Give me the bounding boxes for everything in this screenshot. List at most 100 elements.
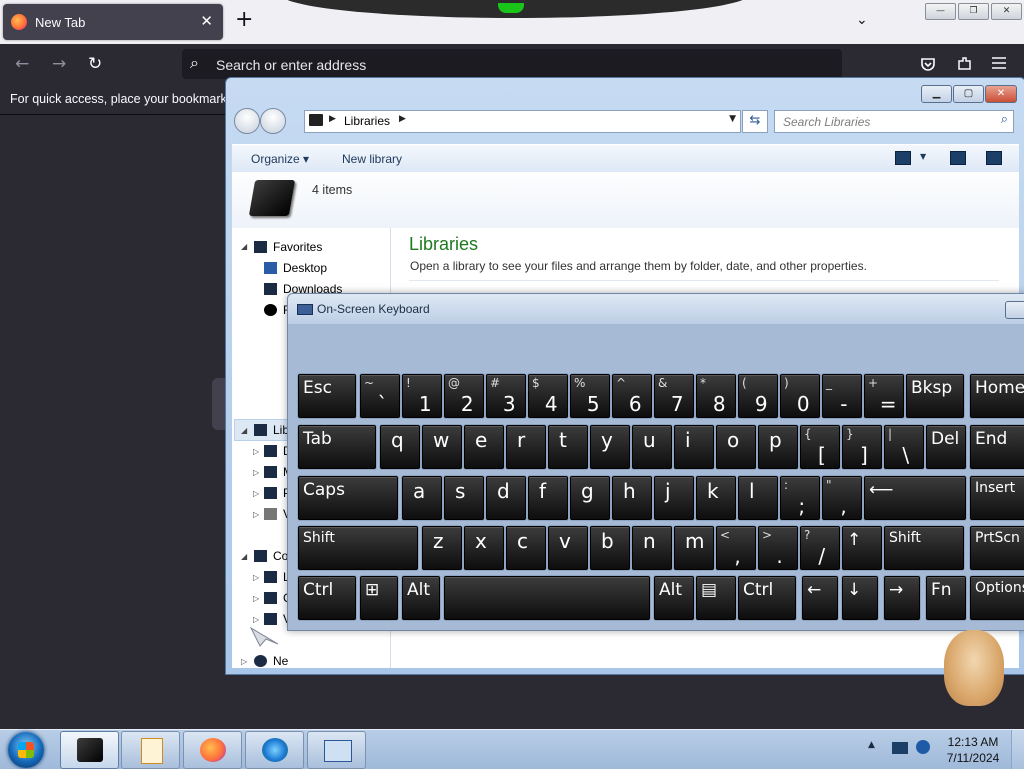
key-shift[interactable]: Shift bbox=[298, 526, 418, 570]
explorer-minimize-button[interactable]: ▁ bbox=[921, 85, 952, 103]
view-dropdown-icon[interactable]: ▼ bbox=[920, 152, 926, 161]
key-t[interactable]: t bbox=[548, 425, 588, 469]
key-9[interactable]: (9 bbox=[738, 374, 778, 418]
breadcrumb-arrow-icon[interactable]: ▶ bbox=[399, 114, 406, 124]
key-l[interactable]: l bbox=[738, 476, 778, 520]
key-sym-45[interactable]: _ - bbox=[822, 374, 862, 418]
key-home[interactable]: Home bbox=[970, 374, 1024, 418]
breadcrumb-arrow-icon[interactable]: ▶ bbox=[329, 114, 336, 124]
refresh-button[interactable]: ⇆ bbox=[742, 110, 768, 133]
key-menu[interactable]: ▤ bbox=[696, 576, 736, 620]
nav-network[interactable]: Ne bbox=[254, 654, 288, 668]
key-esc[interactable]: Esc bbox=[298, 374, 356, 418]
taskbar-libraries-explorer[interactable] bbox=[60, 731, 119, 769]
nav-desktop[interactable]: Desktop bbox=[264, 261, 327, 275]
pocket-icon[interactable] bbox=[920, 56, 936, 72]
organize-button[interactable]: Organize ▾ bbox=[251, 152, 309, 166]
hamburger-menu-icon[interactable] bbox=[992, 57, 1006, 69]
url-input[interactable] bbox=[214, 54, 818, 76]
extensions-icon[interactable] bbox=[956, 55, 973, 72]
network-icon[interactable] bbox=[916, 740, 930, 754]
key-shift[interactable]: Shift bbox=[884, 526, 964, 570]
collapse-arrow-icon[interactable]: ▷ bbox=[241, 657, 247, 666]
clock[interactable]: 12:13 AM 7/11/2024 bbox=[940, 734, 1006, 766]
key-sym-91[interactable]: {[ bbox=[800, 425, 840, 469]
key-a[interactable]: a bbox=[402, 476, 442, 520]
key-space[interactable] bbox=[444, 576, 650, 620]
url-bar[interactable]: ⌕ bbox=[182, 49, 842, 79]
collapse-arrow-icon[interactable]: ▷ bbox=[253, 510, 259, 519]
forward-button[interactable]: → bbox=[52, 54, 66, 74]
key-y[interactable]: y bbox=[590, 425, 630, 469]
close-button[interactable]: ✕ bbox=[991, 3, 1022, 20]
collapse-arrow-icon[interactable]: ▷ bbox=[253, 489, 259, 498]
key-2[interactable]: @2 bbox=[444, 374, 484, 418]
expand-arrow-icon[interactable]: ◢ bbox=[241, 426, 247, 435]
taskbar-media-player[interactable] bbox=[121, 731, 180, 769]
key-enter[interactable]: ⟵ bbox=[864, 476, 966, 520]
key-q[interactable]: q bbox=[380, 425, 420, 469]
key-s[interactable]: s bbox=[444, 476, 484, 520]
key-m[interactable]: m bbox=[674, 526, 714, 570]
key-u[interactable]: u bbox=[632, 425, 672, 469]
action-center-icon[interactable] bbox=[892, 742, 908, 754]
key-sym-61[interactable]: + = bbox=[864, 374, 904, 418]
address-dropdown-icon[interactable]: ▼ bbox=[729, 114, 736, 124]
reload-button[interactable]: ↻ bbox=[88, 54, 102, 74]
key-fn[interactable]: Fn bbox=[926, 576, 966, 620]
key-w[interactable]: w bbox=[422, 425, 462, 469]
key-h[interactable]: h bbox=[612, 476, 652, 520]
nav-computer[interactable]: Co bbox=[254, 549, 288, 563]
address-bar[interactable]: ▶ Libraries ▶ ▼ bbox=[304, 110, 741, 133]
key-insert[interactable]: Insert bbox=[970, 476, 1024, 520]
key-print-screen[interactable]: PrtScn bbox=[970, 526, 1024, 570]
key-v[interactable]: v bbox=[548, 526, 588, 570]
key-sym-47[interactable]: ? / bbox=[800, 526, 840, 570]
key-c[interactable]: c bbox=[506, 526, 546, 570]
collapse-arrow-icon[interactable]: ▷ bbox=[253, 447, 259, 456]
taskbar-on-screen-keyboard[interactable] bbox=[307, 731, 366, 769]
key-sym-92[interactable]: | \ bbox=[884, 425, 924, 469]
key-left-arrow[interactable]: ← bbox=[802, 576, 838, 620]
key-caps-lock[interactable]: Caps bbox=[298, 476, 398, 520]
key-g[interactable]: g bbox=[570, 476, 610, 520]
key-8[interactable]: * 8 bbox=[696, 374, 736, 418]
key-sym-46[interactable]: >. bbox=[758, 526, 798, 570]
key-up-arrow[interactable]: ↑ bbox=[842, 526, 882, 570]
key-windows[interactable]: ⊞ bbox=[360, 576, 398, 620]
key-5[interactable]: % 5 bbox=[570, 374, 610, 418]
nav-libraries[interactable]: Lib bbox=[254, 423, 289, 437]
list-all-tabs-icon[interactable]: ⌄ bbox=[856, 12, 868, 28]
collapse-arrow-icon[interactable]: ▷ bbox=[253, 468, 259, 477]
key-z[interactable]: z bbox=[422, 526, 462, 570]
key-p[interactable]: p bbox=[758, 425, 798, 469]
expand-arrow-icon[interactable]: ◢ bbox=[241, 552, 247, 561]
taskbar-download-manager[interactable] bbox=[245, 731, 304, 769]
key-end[interactable]: End bbox=[970, 425, 1024, 469]
collapse-arrow-icon[interactable]: ▷ bbox=[253, 615, 259, 624]
key-i[interactable]: i bbox=[674, 425, 714, 469]
nav-drive-local[interactable]: L bbox=[264, 570, 290, 584]
key-4[interactable]: $4 bbox=[528, 374, 568, 418]
key-k[interactable]: k bbox=[696, 476, 736, 520]
key-sym-59[interactable]: :; bbox=[780, 476, 820, 520]
key-sym-96[interactable]: ~ ` bbox=[360, 374, 400, 418]
key-n[interactable]: n bbox=[632, 526, 672, 570]
key-d[interactable]: d bbox=[486, 476, 526, 520]
key-1[interactable]: ! 1 bbox=[402, 374, 442, 418]
key-backspace[interactable]: Bksp bbox=[906, 374, 964, 418]
key-f[interactable]: f bbox=[528, 476, 568, 520]
tab-new-tab[interactable]: New Tab ✕ bbox=[3, 4, 223, 40]
restore-button[interactable]: ❐ bbox=[958, 3, 989, 20]
change-view-icon[interactable] bbox=[895, 151, 911, 165]
explorer-forward-button[interactable] bbox=[260, 108, 286, 134]
key-e[interactable]: e bbox=[464, 425, 504, 469]
minimize-button[interactable]: — bbox=[925, 3, 956, 20]
key-ctrl[interactable]: Ctrl bbox=[738, 576, 796, 620]
key-sym-44[interactable]: <, bbox=[716, 526, 756, 570]
tab-close-icon[interactable]: ✕ bbox=[200, 12, 213, 30]
preview-pane-icon[interactable] bbox=[950, 151, 966, 165]
key-x[interactable]: x bbox=[464, 526, 504, 570]
show-hidden-icons-icon[interactable]: ▲ bbox=[868, 740, 875, 750]
key-options[interactable]: Options bbox=[970, 576, 1024, 620]
